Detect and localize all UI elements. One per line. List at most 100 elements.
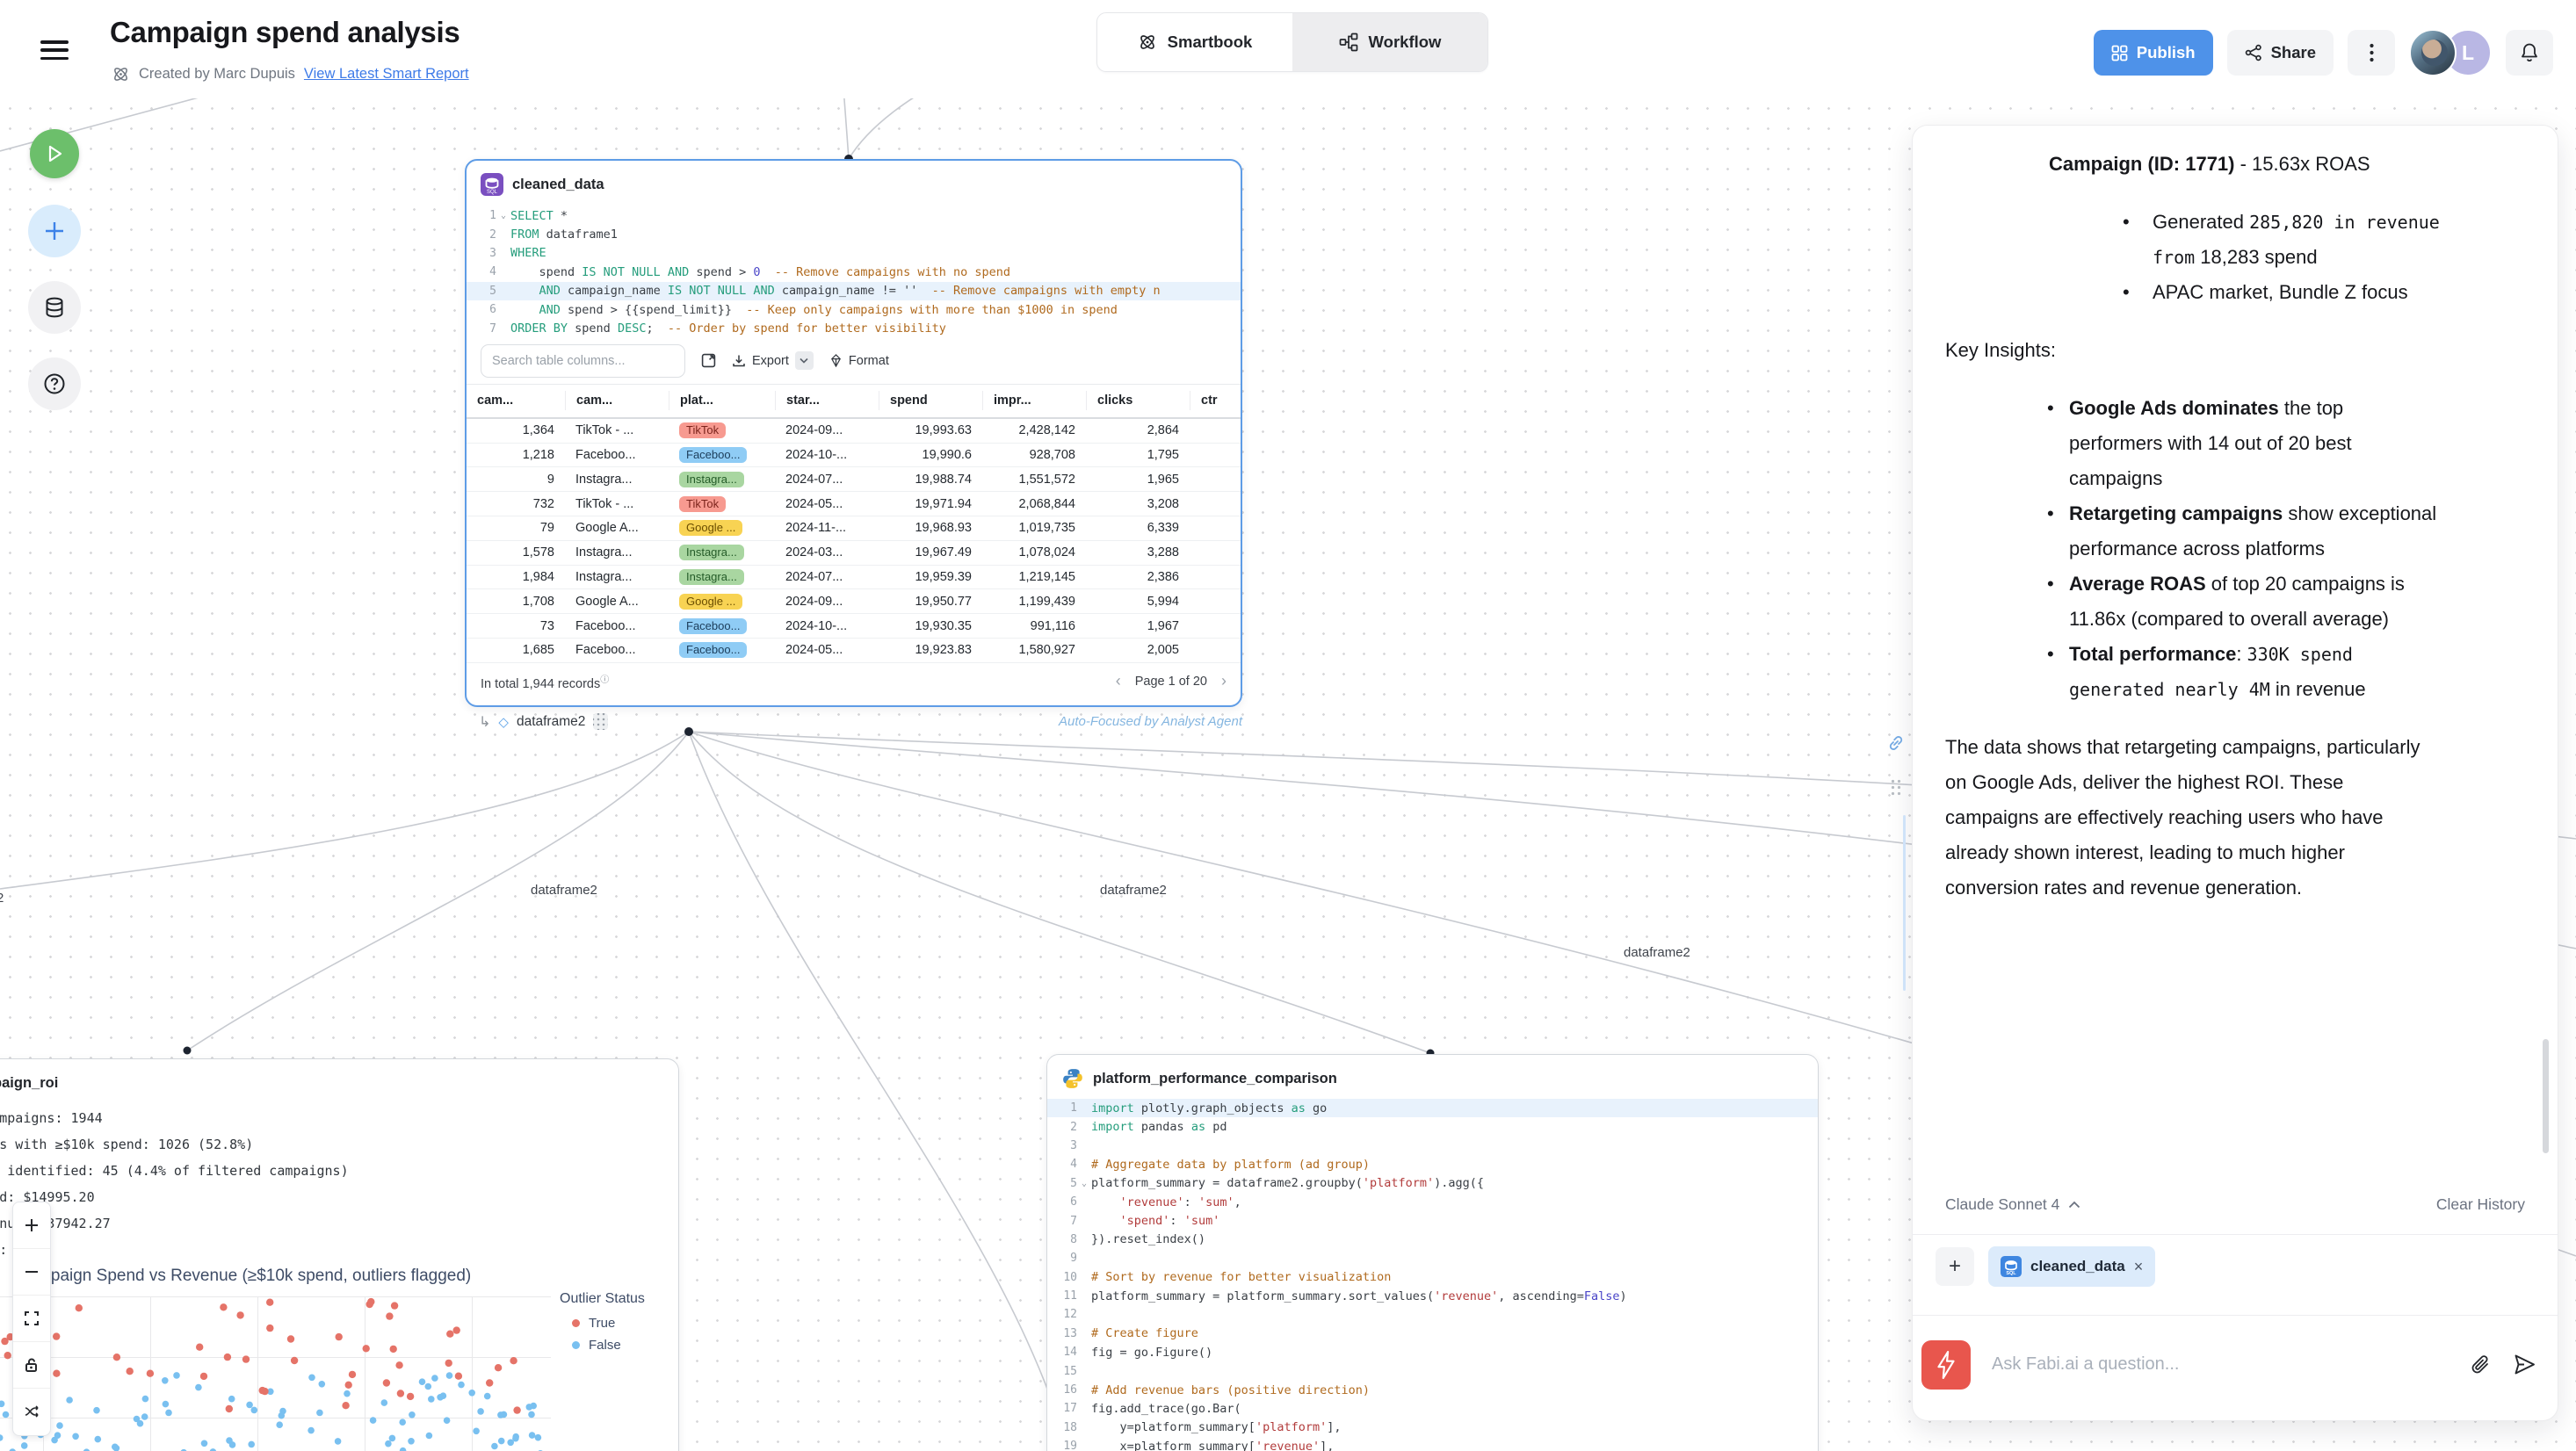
code-line[interactable]: 3: [1047, 1137, 1818, 1155]
table-row[interactable]: 1,984Instagra...Instagra...2024-07...19,…: [467, 566, 1241, 590]
table-row[interactable]: 9Instagra...Instagra...2024-07...19,988.…: [467, 467, 1241, 492]
code-line[interactable]: 6 AND spend > {{spend_limit}} -- Keep on…: [467, 300, 1241, 319]
notifications-button[interactable]: [2506, 30, 2553, 76]
share-button[interactable]: Share: [2227, 30, 2334, 76]
column-header[interactable]: spend: [879, 391, 982, 410]
code-line[interactable]: 1import plotly.graph_objects as go: [1047, 1099, 1818, 1117]
scatter-plot[interactable]: [0, 1296, 551, 1451]
panel-drag-handle[interactable]: [1889, 776, 1901, 796]
column-header[interactable]: impr...: [982, 391, 1086, 410]
output-drag-handle[interactable]: [593, 713, 608, 730]
format-button[interactable]: Format: [829, 354, 889, 368]
expand-table-button[interactable]: [701, 353, 716, 368]
avatar-photo[interactable]: [2409, 29, 2457, 76]
legend-item-true[interactable]: True: [572, 1316, 645, 1331]
code-line[interactable]: 10# Sort by revenue for better visualiza…: [1047, 1268, 1818, 1287]
column-header[interactable]: cam...: [467, 391, 565, 410]
code-line[interactable]: 5⌄platform_summary = dataframe2.groupby(…: [1047, 1174, 1818, 1193]
add-node-button[interactable]: [28, 205, 81, 257]
panel-resize-indicator[interactable]: [1903, 815, 1906, 991]
code-line[interactable]: 6 'revenue': 'sum',: [1047, 1193, 1818, 1211]
model-selector[interactable]: Claude Sonnet 4: [1945, 1195, 2080, 1214]
column-header[interactable]: ctr: [1190, 391, 1241, 410]
column-header[interactable]: cam...: [565, 391, 669, 410]
result-table[interactable]: cam...cam...plat...star...spendimpr...cl…: [467, 384, 1241, 663]
more-options-button[interactable]: [2348, 30, 2395, 76]
data-sources-button[interactable]: [28, 281, 81, 334]
info-icon[interactable]: ⓘ: [600, 675, 609, 685]
python-code-editor[interactable]: 1import plotly.graph_objects as go2impor…: [1047, 1099, 1818, 1451]
search-input[interactable]: [481, 344, 685, 378]
canvas-controls[interactable]: [12, 1202, 51, 1436]
table-row[interactable]: 79Google A...Google ...2024-11-...19,968…: [467, 516, 1241, 541]
view-smart-report-link[interactable]: View Latest Smart Report: [304, 66, 469, 83]
tab-workflow[interactable]: Workflow: [1292, 13, 1487, 71]
output-dataframe-label[interactable]: dataframe2: [517, 714, 585, 730]
code-line[interactable]: 19 x=platform_summary['revenue'],: [1047, 1437, 1818, 1451]
publish-button[interactable]: Publish: [2094, 30, 2213, 76]
column-header[interactable]: star...: [775, 391, 879, 410]
code-line[interactable]: 3WHERE: [467, 244, 1241, 263]
code-line[interactable]: 14fig = go.Figure(): [1047, 1343, 1818, 1361]
zoom-out-button[interactable]: [13, 1249, 50, 1296]
export-button[interactable]: Export: [732, 351, 814, 370]
code-line[interactable]: 4 spend IS NOT NULL AND spend > 0 -- Rem…: [467, 263, 1241, 281]
table-row[interactable]: 1,685Faceboo...Faceboo...2024-05...19,92…: [467, 639, 1241, 663]
code-line[interactable]: 1⌄SELECT *: [467, 206, 1241, 225]
prev-page-button[interactable]: ‹: [1116, 672, 1121, 690]
table-row[interactable]: 1,578Instagra...Instagra...2024-03...19,…: [467, 541, 1241, 566]
code-line[interactable]: 4# Aggregate data by platform (ad group): [1047, 1155, 1818, 1173]
remove-chip-icon[interactable]: ×: [2134, 1258, 2144, 1276]
code-line[interactable]: 11platform_summary = platform_summary.so…: [1047, 1287, 1818, 1305]
next-page-button[interactable]: ›: [1221, 672, 1226, 690]
panel-link-icon[interactable]: [1887, 734, 1905, 752]
code-line[interactable]: 5 AND campaign_name IS NOT NULL AND camp…: [467, 282, 1241, 300]
tab-smartbook[interactable]: Smartbook: [1097, 13, 1292, 71]
legend-title: Outlier Status: [560, 1291, 645, 1307]
code-line[interactable]: 13# Create figure: [1047, 1325, 1818, 1343]
zoom-in-button[interactable]: [13, 1202, 50, 1249]
chart-legend[interactable]: Outlier Status True False: [560, 1291, 645, 1360]
add-context-button[interactable]: +: [1936, 1247, 1974, 1286]
mode-toggle[interactable]: Smartbook Workflow: [1096, 12, 1488, 72]
code-line[interactable]: 7ORDER BY spend DESC; -- Order by spend …: [467, 319, 1241, 337]
legend-item-false[interactable]: False: [572, 1338, 645, 1353]
node-platform-performance[interactable]: platform_performance_comparison 1import …: [1046, 1054, 1819, 1451]
table-row[interactable]: 1,364TikTok - ...TikTok2024-09...19,993.…: [467, 419, 1241, 444]
table-row[interactable]: 732TikTok - ...TikTok2024-05...19,971.94…: [467, 492, 1241, 516]
shuffle-layout-button[interactable]: [13, 1389, 50, 1435]
python-icon: [1061, 1067, 1084, 1090]
fit-view-button[interactable]: [13, 1296, 50, 1342]
code-line[interactable]: 16# Add revenue bars (positive direction…: [1047, 1381, 1818, 1399]
table-row[interactable]: 1,708Google A...Google ...2024-09...19,9…: [467, 589, 1241, 614]
code-line[interactable]: 9: [1047, 1249, 1818, 1267]
code-line[interactable]: 2FROM dataframe1: [467, 225, 1241, 243]
node-cleaned-data[interactable]: SQL cleaned_data 1⌄SELECT *2FROM datafra…: [465, 159, 1242, 707]
column-header[interactable]: plat...: [669, 391, 775, 410]
run-workflow-button[interactable]: [30, 129, 79, 178]
column-header[interactable]: clicks: [1086, 391, 1190, 410]
clear-history-button[interactable]: Clear History: [2436, 1195, 2525, 1214]
code-line[interactable]: 2import pandas as pd: [1047, 1117, 1818, 1136]
menu-icon[interactable]: [40, 37, 69, 63]
help-button[interactable]: [28, 357, 81, 410]
stat-line: Total campaigns: 1944: [0, 1105, 349, 1131]
panel-scrollbar[interactable]: [2543, 1039, 2549, 1153]
sql-icon: SQL: [481, 173, 503, 196]
code-line[interactable]: 8}).reset_index(): [1047, 1231, 1818, 1249]
send-button[interactable]: [2513, 1353, 2536, 1376]
code-line[interactable]: 18 y=platform_summary['platform'],: [1047, 1419, 1818, 1437]
code-line[interactable]: 12: [1047, 1305, 1818, 1324]
lock-button[interactable]: [13, 1342, 50, 1389]
ask-question-input[interactable]: [1992, 1354, 2449, 1375]
table-row[interactable]: 73Faceboo...Faceboo...2024-10-...19,930.…: [467, 614, 1241, 639]
code-line[interactable]: 15: [1047, 1361, 1818, 1380]
export-chevron[interactable]: [795, 351, 814, 370]
context-chip-cleaned-data[interactable]: SQL cleaned_data ×: [1988, 1246, 2155, 1287]
attach-file-button[interactable]: [2471, 1354, 2492, 1376]
sql-code-editor[interactable]: 1⌄SELECT *2FROM dataframe13WHERE4 spend …: [467, 206, 1241, 338]
code-line[interactable]: 17fig.add_trace(go.Bar(: [1047, 1399, 1818, 1418]
code-line[interactable]: 7 'spend': 'sum': [1047, 1211, 1818, 1230]
table-row[interactable]: 1,218Faceboo...Faceboo...2024-10-...19,9…: [467, 444, 1241, 468]
node-campaign-roi[interactable]: campaign_roi Total campaigns: 1944Campai…: [0, 1058, 679, 1451]
